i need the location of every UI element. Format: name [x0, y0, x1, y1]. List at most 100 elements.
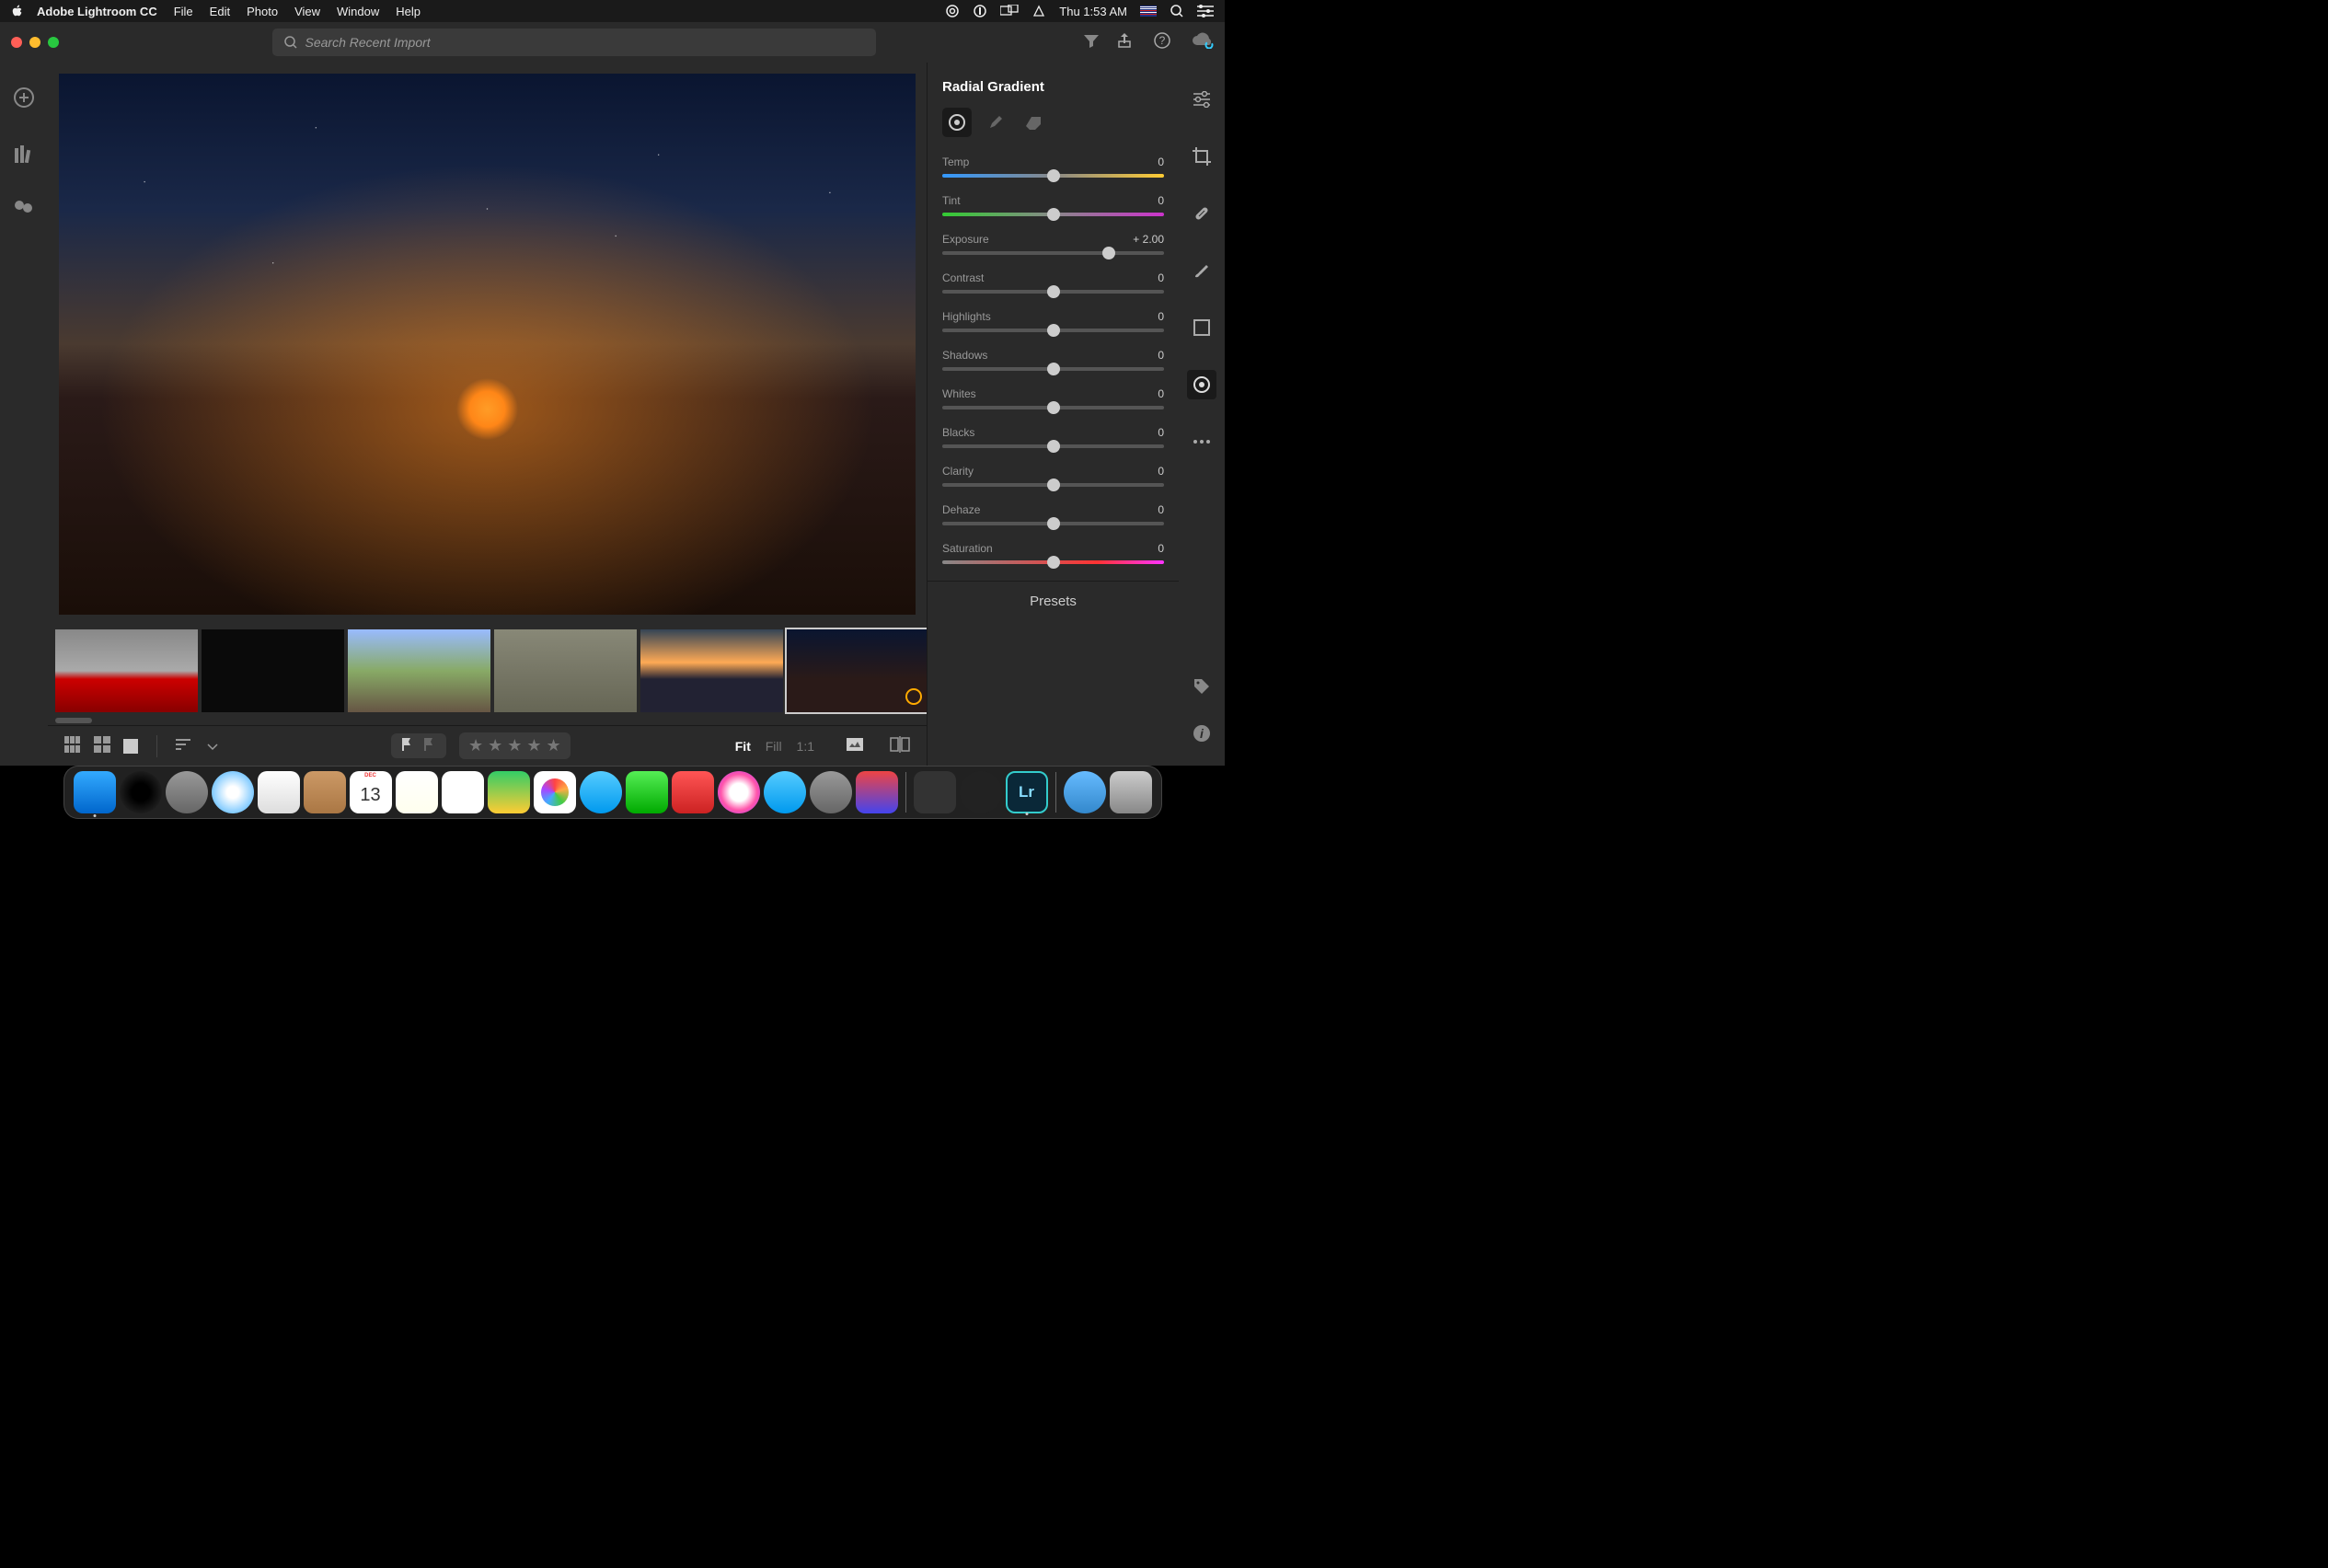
add-photos-icon[interactable]: [13, 86, 35, 113]
compare-icon[interactable]: [890, 736, 910, 755]
single-view-icon[interactable]: [123, 739, 138, 754]
dock-news[interactable]: [672, 771, 714, 813]
rating-stars[interactable]: ★ ★ ★ ★ ★: [459, 732, 570, 759]
help-icon[interactable]: ?: [1153, 31, 1171, 54]
slider-temp[interactable]: Temp0: [942, 156, 1164, 178]
edit-sliders-icon[interactable]: [1187, 85, 1216, 114]
info-icon[interactable]: i: [1193, 724, 1211, 747]
thumb-2[interactable]: [202, 629, 344, 712]
menu-photo[interactable]: Photo: [247, 5, 278, 18]
slider-whites[interactable]: Whites0: [942, 387, 1164, 409]
displays-icon[interactable]: [1000, 5, 1019, 17]
cloud-sync-icon[interactable]: [1192, 32, 1214, 53]
apple-icon[interactable]: [11, 5, 24, 17]
flag-icon[interactable]: [1140, 6, 1157, 17]
window-titlebar: Search Recent Import ?: [0, 22, 1225, 63]
dock-safari[interactable]: [212, 771, 254, 813]
menu-window[interactable]: Window: [337, 5, 379, 18]
slider-shadows[interactable]: Shadows0: [942, 349, 1164, 371]
sort-icon[interactable]: [176, 738, 194, 754]
fullscreen-button[interactable]: [48, 37, 59, 48]
dock-1password[interactable]: [960, 771, 1002, 813]
dock-reminders[interactable]: [442, 771, 484, 813]
dock-siri[interactable]: [120, 771, 162, 813]
share-icon[interactable]: [1116, 32, 1133, 53]
dock-maps[interactable]: [488, 771, 530, 813]
photo-canvas[interactable]: [48, 63, 927, 626]
svg-text:?: ?: [1159, 34, 1166, 47]
dock-lightroom[interactable]: Lr: [1006, 771, 1048, 813]
filter-icon[interactable]: [1083, 33, 1100, 52]
zoom-fit[interactable]: Fit: [735, 739, 751, 754]
slider-saturation[interactable]: Saturation0: [942, 542, 1164, 564]
linear-gradient-icon[interactable]: [1187, 313, 1216, 342]
dock-calendar[interactable]: 13: [350, 771, 392, 813]
dock-photos[interactable]: [534, 771, 576, 813]
dock-messages[interactable]: [580, 771, 622, 813]
slider-contrast[interactable]: Contrast0: [942, 271, 1164, 294]
menu-extra-icon[interactable]: [1031, 4, 1046, 18]
cc-icon[interactable]: [945, 4, 960, 18]
thumb-1[interactable]: [55, 629, 198, 712]
menu-edit[interactable]: Edit: [210, 5, 230, 18]
macos-menubar: Adobe Lightroom CC File Edit Photo View …: [0, 0, 1225, 22]
library-icon[interactable]: [14, 144, 34, 167]
slider-tint[interactable]: Tint0: [942, 194, 1164, 216]
dock-launchpad[interactable]: [166, 771, 208, 813]
thumb-3[interactable]: [348, 629, 490, 712]
grid-small-icon[interactable]: [64, 736, 81, 755]
thumb-5[interactable]: [640, 629, 783, 712]
dock-downloads[interactable]: [1064, 771, 1106, 813]
presets-button[interactable]: Presets: [928, 581, 1179, 621]
menu-help[interactable]: Help: [396, 5, 421, 18]
close-button[interactable]: [11, 37, 22, 48]
show-original-icon[interactable]: [846, 737, 864, 755]
clock[interactable]: Thu 1:53 AM: [1059, 5, 1127, 18]
flag-controls: [391, 733, 446, 758]
dock-appstore[interactable]: [764, 771, 806, 813]
minimize-button[interactable]: [29, 37, 40, 48]
radial-mask-btn[interactable]: [942, 108, 972, 137]
dock-itunes[interactable]: [718, 771, 760, 813]
sharing-icon[interactable]: [13, 199, 35, 220]
menu-view[interactable]: View: [294, 5, 320, 18]
dock-notes[interactable]: [396, 771, 438, 813]
radial-gradient-icon[interactable]: [1187, 370, 1216, 399]
dock-facetime[interactable]: [626, 771, 668, 813]
dock-imovie[interactable]: [914, 771, 956, 813]
dock-trash[interactable]: [1110, 771, 1152, 813]
window-controls: [11, 37, 59, 48]
status-icon[interactable]: [973, 4, 987, 18]
dock-finder[interactable]: [74, 771, 116, 813]
sort-dropdown-icon[interactable]: [207, 739, 218, 754]
dock-sysprefs[interactable]: [810, 771, 852, 813]
erase-mask-btn[interactable]: [1020, 108, 1049, 137]
crop-icon[interactable]: [1187, 142, 1216, 171]
slider-blacks[interactable]: Blacks0: [942, 426, 1164, 448]
filmstrip-scrollbar[interactable]: [48, 718, 927, 725]
dock-magnet[interactable]: [856, 771, 898, 813]
grid-large-icon[interactable]: [94, 736, 110, 755]
brush-mask-btn[interactable]: [981, 108, 1010, 137]
slider-highlights[interactable]: Highlights0: [942, 310, 1164, 332]
zoom-1to1[interactable]: 1:1: [797, 739, 814, 754]
thumb-6-selected[interactable]: [787, 629, 927, 712]
slider-dehaze[interactable]: Dehaze0: [942, 503, 1164, 525]
dock-contacts[interactable]: [304, 771, 346, 813]
app-name[interactable]: Adobe Lightroom CC: [37, 5, 157, 18]
dock-mail[interactable]: [258, 771, 300, 813]
menu-file[interactable]: File: [174, 5, 193, 18]
slider-exposure[interactable]: Exposure+ 2.00: [942, 233, 1164, 255]
search-input[interactable]: Search Recent Import: [272, 29, 876, 56]
brush-icon[interactable]: [1187, 256, 1216, 285]
flag-reject-icon[interactable]: [422, 737, 437, 755]
control-center-icon[interactable]: [1197, 5, 1214, 17]
heal-icon[interactable]: [1187, 199, 1216, 228]
tag-icon[interactable]: [1193, 677, 1211, 700]
spotlight-icon[interactable]: [1170, 4, 1184, 18]
zoom-fill[interactable]: Fill: [766, 739, 782, 754]
more-icon[interactable]: [1187, 427, 1216, 456]
flag-pick-icon[interactable]: [400, 737, 415, 755]
slider-clarity[interactable]: Clarity0: [942, 465, 1164, 487]
thumb-4[interactable]: [494, 629, 637, 712]
